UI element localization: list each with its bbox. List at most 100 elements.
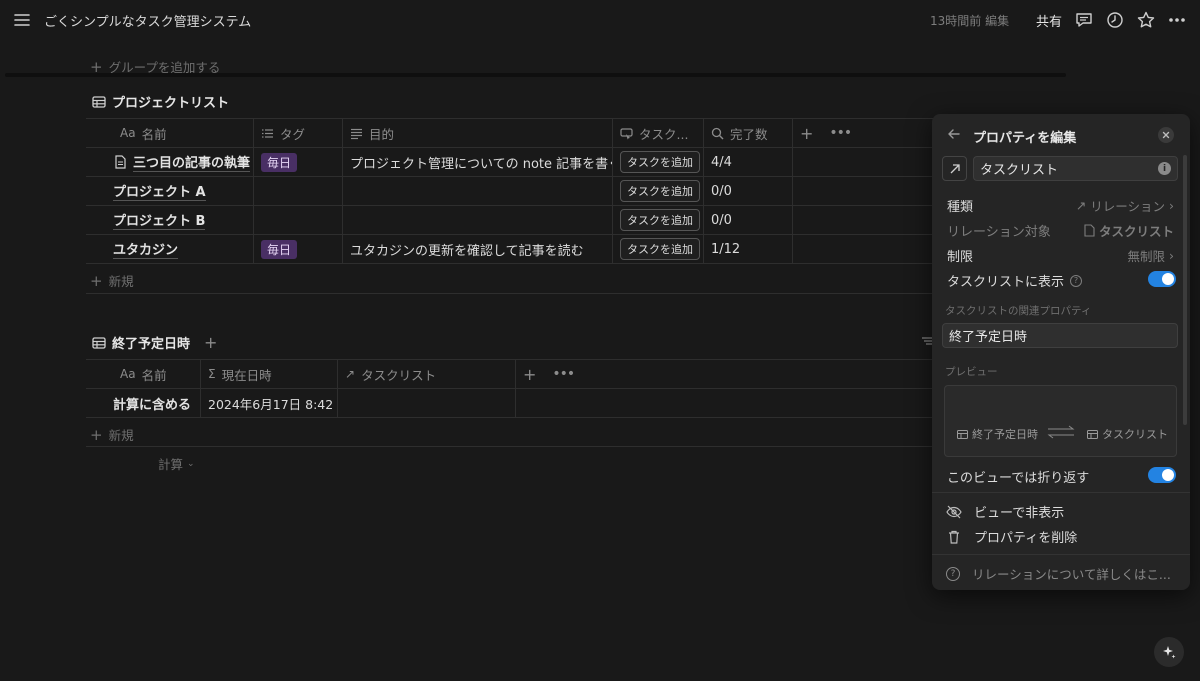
page-icon (114, 155, 127, 169)
type-value[interactable]: ↗ リレーション › (1076, 196, 1174, 215)
tag-badge: 毎日 (261, 152, 298, 172)
text-type-icon: Aa (120, 126, 136, 140)
menu-icon[interactable] (12, 10, 32, 30)
column-header-name[interactable]: Aa 名前 (86, 360, 201, 388)
preview-right: タスクリスト (1087, 426, 1168, 442)
column-header-tag[interactable]: タグ (254, 119, 343, 147)
empty-cell (793, 206, 934, 234)
sparkle-icon (1161, 644, 1177, 660)
column-header-current-datetime[interactable]: Σ 現在日時 (201, 360, 338, 388)
add-column-icon[interactable]: + (523, 365, 536, 384)
datetime-cell[interactable]: 2024年6月17日 8:42 (201, 389, 338, 417)
table-row[interactable]: 三つ目の記事の執筆 毎日 プロジェクト管理についての note 記事を書く タス… (86, 148, 934, 177)
new-row-button[interactable]: + 新規 (90, 425, 134, 444)
hide-in-view-label: ビューで非表示 (974, 506, 1065, 521)
limit-value[interactable]: 無制限 › (1127, 246, 1174, 265)
close-icon[interactable] (1158, 127, 1174, 143)
done-count-cell[interactable]: 1/12 (704, 235, 793, 263)
tag-cell[interactable]: 毎日 (254, 235, 343, 263)
name-cell[interactable]: ユタカジン (86, 235, 254, 263)
add-task-button[interactable]: タスクを追加 (620, 209, 700, 231)
more-icon[interactable] (1167, 10, 1187, 30)
add-task-button[interactable]: タスクを追加 (620, 151, 700, 173)
table-icon (92, 336, 106, 350)
tag-cell[interactable] (254, 206, 343, 234)
info-icon[interactable]: i (1158, 162, 1171, 175)
table-icon (1087, 429, 1098, 440)
chevron-down-icon: ⌄ (187, 458, 195, 469)
ai-sparkle-button[interactable] (1154, 637, 1184, 667)
back-arrow-icon[interactable] (946, 126, 962, 142)
add-task-button[interactable]: タスクを追加 (620, 180, 700, 202)
column-header-name[interactable]: Aa 名前 (86, 119, 254, 147)
database-title-label: プロジェクトリスト (112, 96, 230, 111)
name-cell[interactable]: プロジェクト B (86, 206, 254, 234)
tag-cell[interactable]: 毎日 (254, 148, 343, 176)
database-title[interactable]: プロジェクトリスト (92, 92, 229, 111)
delete-property-button[interactable]: プロパティを削除 (946, 527, 1077, 546)
relation-type-icon[interactable] (942, 156, 967, 181)
comment-icon[interactable] (1074, 10, 1094, 30)
column-header-done-count[interactable]: 完了数 (704, 119, 793, 147)
add-column-icon[interactable]: + (800, 124, 813, 143)
table-row[interactable]: ユタカジン 毎日 ユタカジンの更新を確認して記事を読む タスクを追加 1/12 (86, 235, 934, 264)
name-cell[interactable]: プロジェクト A (86, 177, 254, 205)
chevron-right-icon: › (1169, 248, 1174, 263)
name-cell[interactable]: 三つ目の記事の執筆 (86, 148, 254, 176)
purpose-cell[interactable]: プロジェクト管理についての note 記事を書く (343, 148, 613, 176)
relation-help-link[interactable]: ? リレーションについて詳しくはこ... (946, 564, 1171, 583)
table-bottom-border (86, 446, 934, 447)
tasklist-cell[interactable] (338, 389, 516, 417)
new-row-label: 新規 (108, 428, 134, 443)
name-cell[interactable]: 計算に含める (86, 389, 201, 417)
eye-slash-icon (946, 505, 962, 519)
new-row-button[interactable]: + 新規 (90, 271, 134, 290)
star-icon[interactable] (1136, 10, 1156, 30)
row-name: プロジェクト A (113, 181, 206, 201)
plus-icon: + (90, 271, 103, 290)
column-more-icon[interactable]: ••• (552, 366, 575, 382)
text-icon (350, 127, 363, 140)
done-count-cell[interactable]: 4/4 (704, 148, 793, 176)
share-button[interactable]: 共有 (1036, 11, 1062, 30)
page-title[interactable]: ごくシンプルなタスク管理システム (44, 11, 251, 30)
hide-in-view-button[interactable]: ビューで非表示 (946, 502, 1064, 521)
button-cell: タスクを追加 (613, 235, 704, 263)
column-header-actions: + ••• (516, 360, 934, 388)
relation-target-value: タスクリスト (1084, 221, 1174, 240)
filter-icon[interactable] (922, 336, 932, 346)
related-property-input[interactable]: 終了予定日時 (942, 323, 1178, 348)
purpose-cell[interactable] (343, 206, 613, 234)
wrap-toggle[interactable] (1148, 467, 1176, 483)
panel-divider (932, 554, 1190, 555)
show-in-row: タスクリストに表示 ? (947, 271, 1083, 290)
preview-left: 終了予定日時 (957, 426, 1038, 442)
tag-cell[interactable] (254, 177, 343, 205)
row-name: プロジェクト B (113, 210, 206, 230)
column-more-icon[interactable]: ••• (829, 125, 852, 141)
panel-scrollbar[interactable] (1183, 155, 1187, 425)
purpose-cell[interactable] (343, 177, 613, 205)
purpose-cell[interactable]: ユタカジンの更新を確認して記事を読む (343, 235, 613, 263)
table-bottom-border (86, 293, 934, 294)
type-label: 種類 (947, 200, 974, 215)
add-view-icon[interactable]: + (204, 333, 217, 352)
property-name-input[interactable]: タスクリスト i (973, 156, 1178, 181)
database-title[interactable]: 終了予定日時 + (92, 333, 217, 352)
clock-icon[interactable] (1105, 10, 1125, 30)
done-count-cell[interactable]: 0/0 (704, 177, 793, 205)
table-row[interactable]: プロジェクト A タスクを追加 0/0 (86, 177, 934, 206)
table-row[interactable]: 計算に含める 2024年6月17日 8:42 (86, 389, 934, 418)
show-in-label: タスクリストに表示 (947, 275, 1065, 290)
calculate-label: 計算 (158, 457, 184, 472)
column-header-task-button[interactable]: タスク... (613, 119, 704, 147)
show-in-toggle[interactable] (1148, 271, 1176, 287)
divider-bar (5, 73, 1066, 77)
column-header-purpose[interactable]: 目的 (343, 119, 613, 147)
help-icon[interactable]: ? (1070, 274, 1083, 287)
done-count-cell[interactable]: 0/0 (704, 206, 793, 234)
column-header-tasklist[interactable]: ↗ タスクリスト (338, 360, 516, 388)
table-row[interactable]: プロジェクト B タスクを追加 0/0 (86, 206, 934, 235)
add-task-button[interactable]: タスクを追加 (620, 238, 700, 260)
calculate-button[interactable]: 計算 ⌄ (158, 454, 195, 473)
